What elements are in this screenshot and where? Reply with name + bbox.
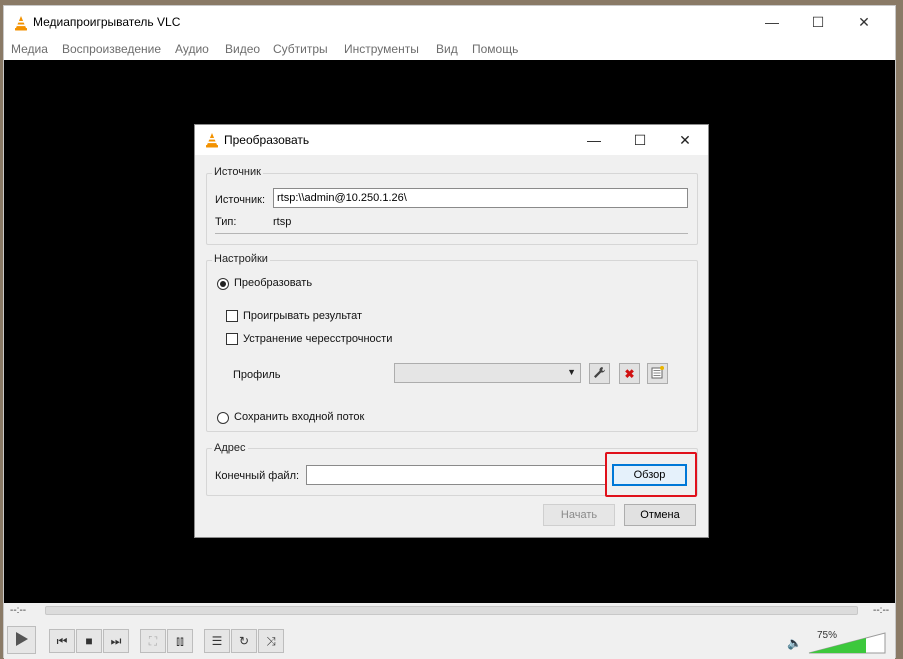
edit-profile-button[interactable] [589,363,610,384]
destination-file-input[interactable] [306,465,606,485]
shuffle-icon: ⤨ [266,633,276,648]
minimize-icon: — [587,132,601,148]
highlight-frame [605,452,697,497]
volume-slider[interactable] [807,631,887,655]
dialog-maximize-button[interactable]: ☐ [617,125,663,155]
stop-button[interactable]: ■ [76,629,102,653]
new-profile-icon [651,365,664,382]
dialog-title: Преобразовать [224,133,310,147]
fullscreen-icon: ⛶ [148,633,158,648]
loop-button[interactable]: ↻ [231,629,257,653]
convert-radio[interactable] [217,278,229,290]
time-elapsed: --:-- [10,605,27,616]
play-result-label: Проигрывать результат [243,310,363,322]
menu-media[interactable]: Медиа [11,42,48,56]
next-icon: ⏭ [110,633,122,648]
previous-icon: ⏮ [56,633,68,648]
close-icon: ✕ [679,131,691,148]
play-result-checkbox[interactable] [226,310,238,322]
shuffle-button[interactable]: ⤨ [258,629,284,653]
source-group [206,173,698,245]
minimize-icon: — [765,14,779,30]
type-label: Тип: [215,216,237,228]
menu-subtitles[interactable]: Субтитры [273,42,328,56]
fullscreen-button[interactable]: ⛶ [140,629,166,653]
chevron-down-icon: ▼ [567,367,576,377]
dump-stream-label: Сохранить входной поток [234,411,365,423]
loop-icon: ↻ [238,634,250,648]
maximize-button[interactable]: ☐ [795,6,841,38]
title-bar: Медиапроигрыватель VLC — ☐ ✕ [4,6,895,38]
menu-help[interactable]: Помощь [472,42,518,56]
dialog-title-bar: Преобразовать — ☐ ✕ [195,125,708,155]
maximize-icon: ☐ [811,13,825,30]
delete-profile-button[interactable]: ✖ [619,363,640,384]
dialog-close-button[interactable]: ✕ [662,125,708,155]
source-group-title: Источник [212,166,263,178]
previous-button[interactable]: ⏮ [49,629,75,653]
source-divider [215,233,688,234]
convert-label: Преобразовать [234,277,313,289]
deinterlace-checkbox[interactable] [226,333,238,345]
menu-view[interactable]: Вид [436,42,458,56]
equalizer-icon: ⫾⫾ [176,633,184,648]
playlist-button[interactable]: ☰ [204,629,230,653]
play-icon [15,631,29,650]
close-icon: ✕ [858,13,870,30]
vlc-cone-icon [13,15,29,34]
destination-file-label: Конечный файл: [215,470,300,482]
settings-group-title: Настройки [212,253,270,265]
destination-group-title: Адрес [212,442,248,454]
new-profile-button[interactable] [647,363,668,384]
controls-bar: --:-- --:-- ⏮ ■ ⏭ ⛶ ⫾⫾ ☰ ↻ ⤨ 🔈 75% [4,603,895,659]
maximize-icon: ☐ [633,131,647,148]
dialog-minimize-button[interactable]: — [571,125,617,155]
wrench-icon [593,366,606,382]
deinterlace-label: Устранение чересстрочности [243,333,393,345]
menu-audio[interactable]: Аудио [175,42,209,56]
menu-playback[interactable]: Воспроизведение [62,42,161,56]
vlc-cone-icon [204,132,220,151]
type-value: rtsp [273,216,292,228]
dump-stream-radio[interactable] [217,412,229,424]
close-button[interactable]: ✕ [841,6,887,38]
source-input[interactable]: rtsp:\\admin@10.250.1.26\ [273,188,688,208]
minimize-button[interactable]: — [749,6,795,38]
profile-label: Профиль [233,369,281,381]
play-button[interactable] [7,626,36,654]
playlist-icon: ☰ [211,634,223,648]
seek-slider[interactable] [45,606,858,615]
stop-icon: ■ [85,634,93,648]
profile-select[interactable]: ▼ [394,363,581,383]
extended-settings-button[interactable]: ⫾⫾ [167,629,193,653]
next-button[interactable]: ⏭ [103,629,129,653]
start-button[interactable]: Начать [543,504,615,526]
speaker-icon[interactable]: 🔈 [787,636,802,650]
window-title: Медиапроигрыватель VLC [33,15,181,29]
cancel-button[interactable]: Отмена [624,504,696,526]
time-total: --:-- [873,605,890,616]
menu-video[interactable]: Видео [225,42,260,56]
menu-tools[interactable]: Инструменты [344,42,419,56]
delete-x-icon: ✖ [624,366,635,381]
source-label: Источник: [215,194,266,206]
menu-bar: Медиа Воспроизведение Аудио Видео Субтит… [4,38,895,60]
